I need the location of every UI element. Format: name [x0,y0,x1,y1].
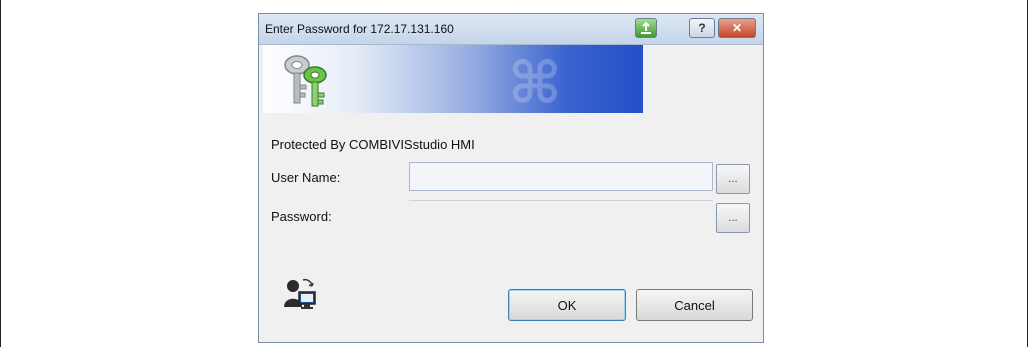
banner-watermark: ⌘ [508,49,562,113]
title-bar[interactable]: Enter Password for 172.17.131.160 ? ✕ [259,14,763,45]
password-label: Password: [271,209,332,224]
ok-button[interactable]: OK [508,289,626,321]
keys-icon [284,55,327,107]
password-dialog: Enter Password for 172.17.131.160 ? ✕ ⌘ … [258,13,764,343]
user-name-input[interactable] [409,162,713,191]
password-browse-button[interactable]: ... [716,203,750,233]
password-input[interactable] [409,200,713,229]
user-name-browse-button[interactable]: ... [716,164,750,194]
protected-by-label: Protected By COMBIVISstudio HMI [271,137,475,152]
dialog-title: Enter Password for 172.17.131.160 [265,22,454,36]
help-button[interactable]: ? [689,18,715,38]
close-button[interactable]: ✕ [718,18,756,38]
user-name-label: User Name: [271,170,341,185]
green-arrow-icon[interactable] [635,18,657,38]
cancel-button[interactable]: Cancel [636,289,753,321]
user-computer-icon [284,278,316,309]
banner: ⌘ [263,45,643,113]
